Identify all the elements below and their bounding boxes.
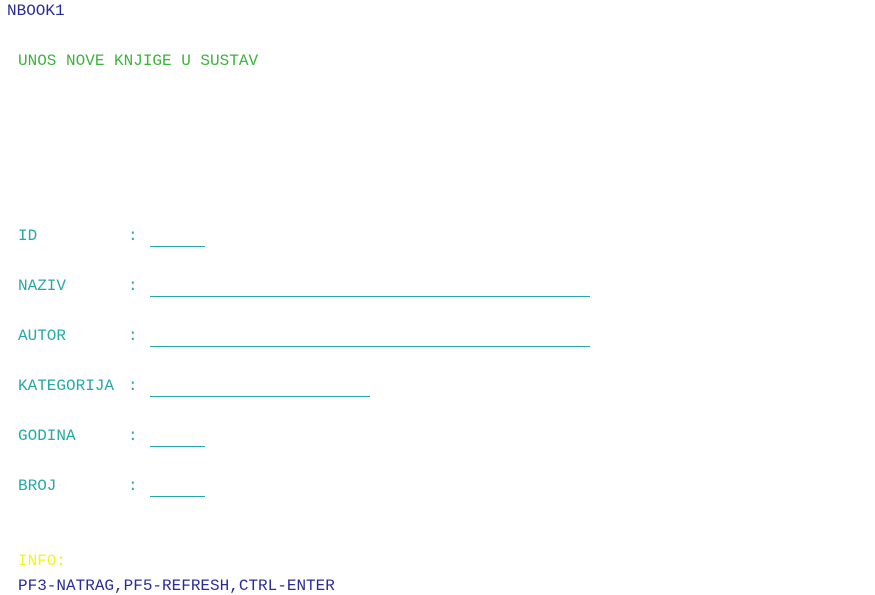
autor-field[interactable] [150, 328, 590, 347]
naziv-separator: : [128, 277, 138, 295]
id-field[interactable] [150, 228, 205, 247]
kategorija-field[interactable] [150, 378, 370, 397]
godina-field[interactable] [150, 428, 205, 447]
godina-label: GODINA [18, 427, 76, 445]
id-separator: : [128, 227, 138, 245]
function-keys-hint: PF3-NATRAG,PF5-REFRESH,CTRL-ENTER [18, 577, 335, 595]
page-title: UNOS NOVE KNJIGE U SUSTAV [18, 52, 259, 70]
autor-label: AUTOR [18, 327, 67, 345]
naziv-field[interactable] [150, 278, 590, 297]
kategorija-separator: : [128, 377, 138, 395]
broj-field[interactable] [150, 478, 205, 497]
autor-separator: : [128, 327, 138, 345]
kategorija-label: KATEGORIJA [18, 377, 115, 395]
screen-id: NBOOK1 [7, 2, 65, 20]
broj-separator: : [128, 477, 138, 495]
info-label: INFO: [18, 552, 67, 570]
naziv-label: NAZIV [18, 277, 67, 295]
broj-label: BROJ [18, 477, 57, 495]
id-label: ID [18, 227, 38, 245]
godina-separator: : [128, 427, 138, 445]
